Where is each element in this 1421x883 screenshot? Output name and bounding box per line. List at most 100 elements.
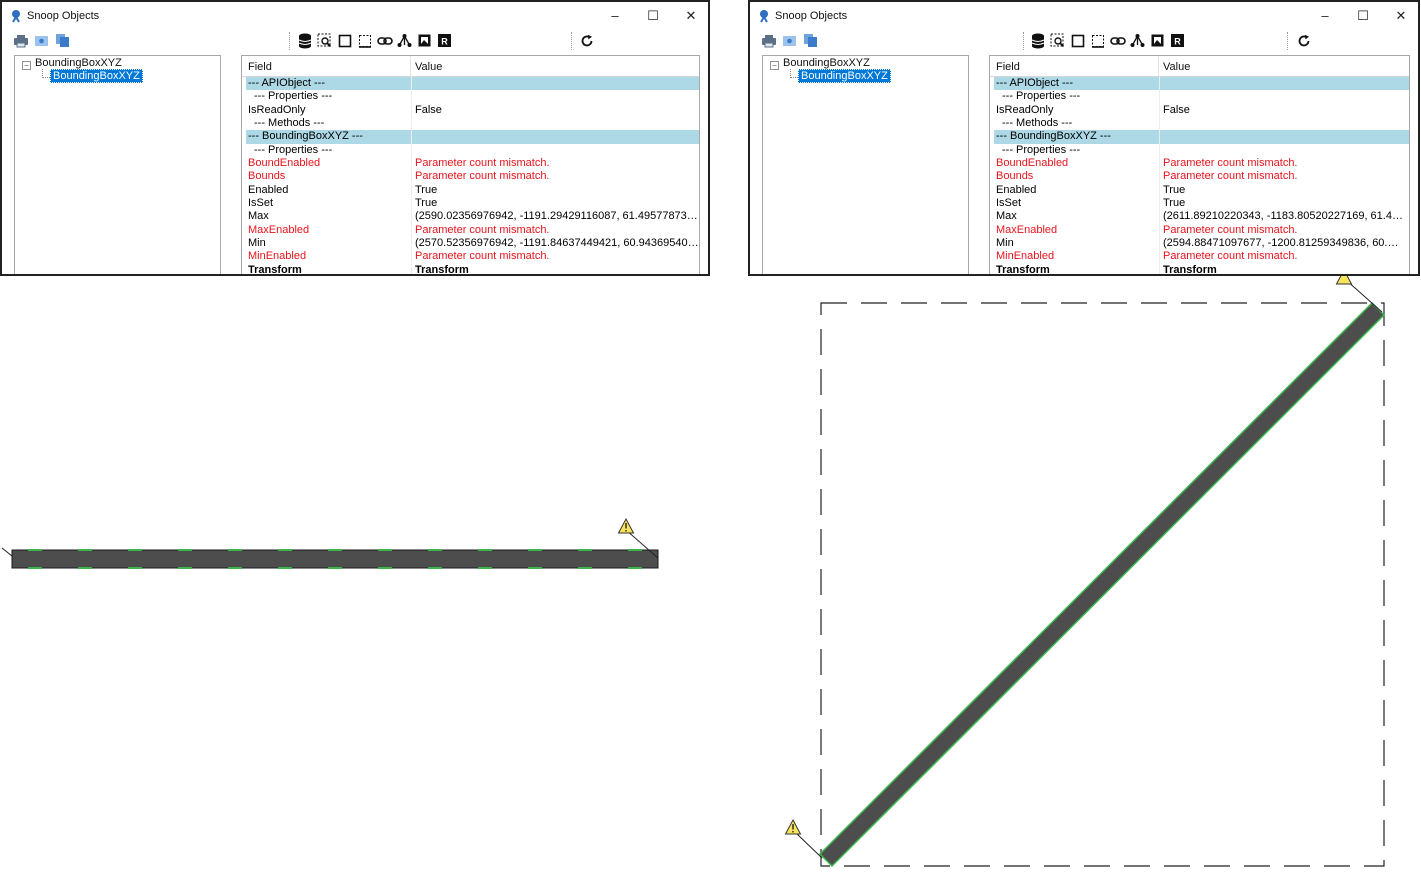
table-row[interactable]: Enabled True — [246, 183, 699, 198]
database-icon[interactable] — [296, 32, 313, 49]
table-row[interactable]: BoundEnabled Parameter count mismatch. — [246, 157, 699, 171]
object-tree[interactable]: − BoundingBoxXYZ BoundingBoxXYZ — [762, 55, 969, 274]
dependents-icon[interactable] — [396, 32, 413, 49]
warning-icon[interactable] — [784, 818, 802, 835]
print-icon[interactable] — [760, 32, 777, 49]
database-icon[interactable] — [1029, 32, 1046, 49]
copy-icon[interactable] — [802, 32, 819, 49]
table-row[interactable]: BoundEnabled Parameter count mismatch. — [994, 157, 1409, 171]
table-row[interactable]: MinEnabled Parameter count mismatch. — [994, 250, 1409, 264]
value-cell: False — [415, 103, 442, 116]
column-header-value[interactable]: Value — [415, 61, 442, 73]
select-box-icon[interactable] — [1069, 32, 1086, 49]
toolbar: R — [2, 30, 708, 52]
close-icon[interactable]: ✕ — [683, 8, 699, 24]
title-bar[interactable]: Snoop Objects – ☐ ✕ — [2, 2, 708, 30]
snoop-objects-window-right[interactable]: Snoop Objects – ☐ ✕ R − BoundingBoxXYZ B… — [748, 0, 1420, 276]
collapse-toggle-icon[interactable]: − — [770, 61, 779, 70]
screenshot-icon[interactable] — [416, 32, 433, 49]
warning-icon[interactable] — [617, 517, 635, 534]
table-row[interactable]: Bounds Parameter count mismatch. — [246, 170, 699, 184]
title-bar[interactable]: Snoop Objects – ☐ ✕ — [750, 2, 1418, 30]
value-cell: Parameter count mismatch. — [415, 223, 550, 236]
field-cell: MinEnabled — [248, 250, 307, 263]
beam-body[interactable] — [818, 301, 1386, 868]
table-row[interactable]: IsReadOnly False — [246, 103, 699, 118]
field-cell: MinEnabled — [996, 250, 1055, 263]
print-icon[interactable] — [12, 32, 29, 49]
object-tree[interactable]: − BoundingBoxXYZ BoundingBoxXYZ — [14, 55, 221, 274]
table-row[interactable]: Max (2611.89210220343, -1183.80520227169,… — [994, 210, 1409, 224]
warning-icon[interactable] — [1335, 276, 1353, 285]
refresh-icon[interactable] — [1295, 32, 1312, 49]
horizontal-beam[interactable] — [1, 517, 659, 569]
revit-icon[interactable]: R — [1169, 32, 1186, 49]
screenshot-icon[interactable] — [1149, 32, 1166, 49]
column-header-value[interactable]: Value — [1163, 61, 1190, 73]
table-row[interactable]: --- Methods --- — [246, 117, 699, 131]
revit-icon[interactable]: R — [436, 32, 453, 49]
refresh-icon[interactable] — [578, 32, 595, 49]
table-row[interactable]: IsSet True — [246, 197, 699, 211]
collapse-toggle-icon[interactable]: − — [22, 61, 31, 70]
snoop-current-icon[interactable] — [781, 32, 798, 49]
column-header-field[interactable]: Field — [996, 61, 1020, 73]
table-row[interactable]: --- BoundingBoxXYZ --- — [994, 130, 1409, 144]
table-row[interactable]: IsReadOnly False — [994, 103, 1409, 118]
field-cell: Max — [996, 210, 1017, 223]
dashed-box-icon[interactable] — [356, 32, 373, 49]
table-row[interactable]: Transform Transform — [994, 263, 1409, 274]
tree-node-selected[interactable]: BoundingBoxXYZ — [798, 69, 891, 83]
tree-node-root[interactable]: BoundingBoxXYZ — [35, 57, 122, 69]
minimize-icon[interactable]: – — [607, 8, 623, 24]
minimize-icon[interactable]: – — [1317, 8, 1333, 24]
table-row[interactable]: --- Properties --- — [246, 143, 699, 158]
model-view-canvas[interactable] — [0, 276, 1421, 883]
diagonal-beam[interactable] — [818, 301, 1386, 868]
snoop-pick-icon[interactable] — [316, 32, 333, 49]
close-icon[interactable]: ✕ — [1393, 8, 1409, 24]
property-grid[interactable]: Field Value --- APIObject --- --- Proper… — [241, 55, 700, 274]
table-row[interactable]: --- Properties --- — [994, 90, 1409, 104]
value-cell: (2611.89210220343, -1183.80520227169, 61… — [1163, 210, 1403, 223]
table-row[interactable]: MaxEnabled Parameter count mismatch. — [994, 223, 1409, 238]
field-cell: Max — [248, 210, 269, 223]
copy-icon[interactable] — [54, 32, 71, 49]
table-row[interactable]: Min (2594.88471097677, -1200.81259349836,… — [994, 237, 1409, 251]
value-cell: (2590.02356976942, -1191.29429116087, 61… — [415, 210, 699, 223]
leader-line — [1345, 279, 1383, 313]
link-icon[interactable] — [376, 32, 393, 49]
snoop-current-icon[interactable] — [33, 32, 50, 49]
table-row[interactable]: MinEnabled Parameter count mismatch. — [246, 250, 699, 264]
dependents-icon[interactable] — [1129, 32, 1146, 49]
select-box-icon[interactable] — [336, 32, 353, 49]
property-grid[interactable]: Field Value --- APIObject --- --- Proper… — [989, 55, 1410, 274]
value-cell: True — [1163, 183, 1186, 196]
snoop-objects-window-left[interactable]: Snoop Objects – ☐ ✕ R − BoundingBoxXYZ B… — [0, 0, 710, 276]
grid-header: Field Value — [242, 56, 699, 77]
table-row[interactable]: --- Methods --- — [994, 117, 1409, 131]
dashed-box-icon[interactable] — [1089, 32, 1106, 49]
field-cell: --- Methods --- — [1002, 117, 1073, 130]
beam-body[interactable] — [11, 549, 659, 569]
table-row[interactable]: Max (2590.02356976942, -1191.29429116087,… — [246, 210, 699, 224]
table-row[interactable]: --- APIObject --- — [994, 77, 1409, 91]
tree-node-selected[interactable]: BoundingBoxXYZ — [50, 69, 143, 83]
table-row[interactable]: --- Properties --- — [994, 143, 1409, 158]
maximize-icon[interactable]: ☐ — [645, 8, 661, 24]
table-row[interactable]: Transform Transform — [246, 263, 699, 274]
table-row[interactable]: IsSet True — [994, 197, 1409, 211]
table-row[interactable]: Enabled True — [994, 183, 1409, 198]
table-row[interactable]: --- APIObject --- — [246, 77, 699, 91]
table-row[interactable]: --- BoundingBoxXYZ --- — [246, 130, 699, 144]
bounding-box-view[interactable] — [784, 276, 1386, 868]
table-row[interactable]: --- Properties --- — [246, 90, 699, 104]
tree-node-root[interactable]: BoundingBoxXYZ — [783, 57, 870, 69]
table-row[interactable]: Min (2570.52356976942, -1191.84637449421,… — [246, 237, 699, 251]
column-header-field[interactable]: Field — [248, 61, 272, 73]
link-icon[interactable] — [1109, 32, 1126, 49]
table-row[interactable]: MaxEnabled Parameter count mismatch. — [246, 223, 699, 238]
maximize-icon[interactable]: ☐ — [1355, 8, 1371, 24]
snoop-pick-icon[interactable] — [1049, 32, 1066, 49]
table-row[interactable]: Bounds Parameter count mismatch. — [994, 170, 1409, 184]
